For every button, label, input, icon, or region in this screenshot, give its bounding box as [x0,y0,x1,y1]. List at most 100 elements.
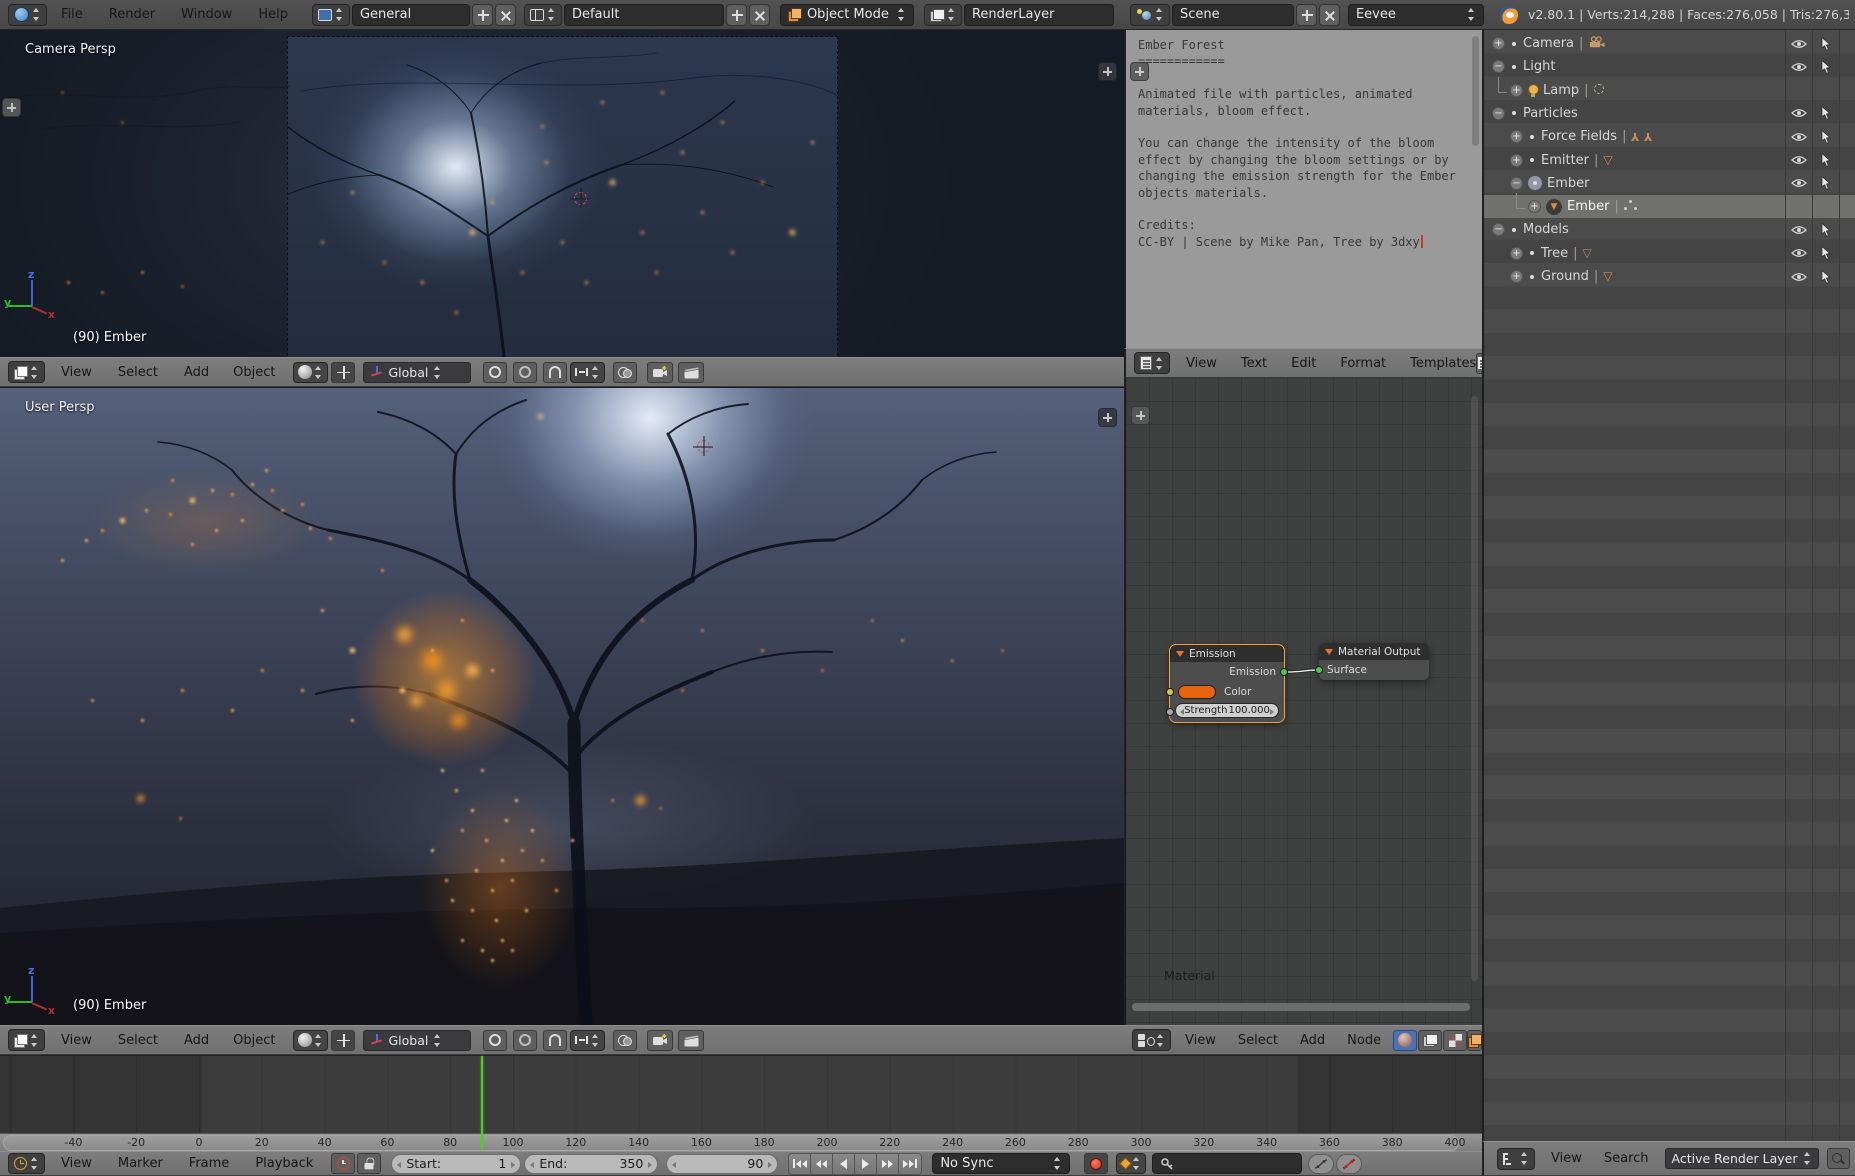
outliner-filter-dropdown[interactable]: Active Render Layer [1665,1148,1819,1169]
shader-type-linestyle-button[interactable] [1443,1030,1467,1051]
lock-button[interactable] [357,1153,381,1174]
color-swatch[interactable] [1178,685,1216,699]
menu-add[interactable]: Add [184,365,209,380]
outliner-item-label[interactable]: Light [1523,59,1555,74]
snap-target-button[interactable] [570,1030,605,1051]
node-input-surface[interactable]: Surface [1319,660,1429,680]
menu-select[interactable]: Select [1238,1033,1278,1048]
menu-view[interactable]: View [1551,1151,1582,1166]
input-socket[interactable] [1166,708,1174,716]
outliner-item-label[interactable]: Models [1523,222,1569,237]
outliner-row-models[interactable]: − Models [1484,218,1855,241]
area-plus-handle[interactable] [2,98,21,117]
menu-render[interactable]: Render [109,7,155,22]
preview-range-button[interactable] [331,1153,355,1174]
outliner-row-light[interactable]: − Light [1484,55,1855,78]
shader-node-editor[interactable]: Emission Emission Color Strength100.000 [1124,378,1482,1025]
visibility-eye-icon[interactable] [1785,132,1812,142]
playhead[interactable] [481,1056,483,1149]
editor-type-outliner-button[interactable] [1497,1148,1535,1170]
outliner-item-label[interactable]: Lamp [1543,83,1579,98]
expand-toggle-icon[interactable]: − [1492,107,1505,120]
outliner-item-label[interactable]: Camera [1523,36,1574,51]
play-reverse-button[interactable] [833,1154,855,1174]
sync-mode-dropdown[interactable]: No Sync [932,1153,1070,1174]
axis-gizmo[interactable]: z y x [4,268,60,324]
input-socket[interactable] [1166,688,1174,696]
strength-slider[interactable]: Strength100.000 [1175,703,1279,718]
text-scrollbar[interactable] [1472,36,1479,146]
visibility-eye-icon[interactable] [1785,225,1812,235]
orientation-dropdown[interactable]: Global [363,1030,471,1051]
visibility-eye-icon[interactable] [1785,248,1812,258]
menu-format[interactable]: Format [1340,356,1386,371]
outliner-item-label[interactable]: Ground [1541,269,1589,284]
menu-playback[interactable]: Playback [255,1156,313,1171]
snap-target-button[interactable] [570,362,605,383]
output-socket[interactable] [1280,668,1288,676]
visibility-eye-icon[interactable] [1785,39,1812,49]
snap-toggle-button[interactable] [543,362,567,383]
menu-file[interactable]: File [61,7,83,22]
menu-select[interactable]: Select [118,365,158,380]
area-plus-handle[interactable] [1130,62,1149,81]
start-frame-field[interactable]: Start: 1 [391,1154,521,1174]
node-editor-hscrollbar[interactable] [1132,1003,1470,1011]
outliner[interactable]: +Camera|−Light+Lamp|−Particles+Force Fie… [1482,30,1855,1176]
menu-edit[interactable]: Edit [1291,356,1316,371]
selectability-cursor-icon[interactable] [1812,37,1839,51]
outliner-item-label[interactable]: Particles [1523,106,1578,121]
keying-set-button[interactable] [1116,1153,1146,1174]
pivot-point-button[interactable] [483,362,507,383]
editor-type-3d-button[interactable] [8,1029,45,1051]
collapse-triangle-icon[interactable] [1176,651,1184,657]
selectability-cursor-icon[interactable] [1812,176,1839,190]
render-view-button[interactable] [678,362,704,383]
layout-field[interactable]: Default [564,4,724,26]
outliner-item-label[interactable]: Tree [1541,246,1568,261]
menu-object[interactable]: Object [233,365,275,380]
proportional-edit-button[interactable] [513,1030,537,1051]
outliner-row-particles[interactable]: − Particles [1484,102,1855,125]
menu-view[interactable]: View [1186,356,1217,371]
add-camera-button[interactable] [647,362,673,383]
proportional-edit-button[interactable] [513,362,537,383]
outliner-item-label[interactable]: Ember [1567,199,1609,214]
collapse-triangle-icon[interactable] [1325,649,1333,655]
selectability-cursor-icon[interactable] [1812,270,1839,284]
expand-toggle-icon[interactable]: + [1510,84,1523,97]
end-frame-field[interactable]: End: 350 [524,1154,658,1174]
menu-view[interactable]: View [61,1033,92,1048]
previous-keyframe-button[interactable] [811,1154,833,1174]
node-emission[interactable]: Emission Emission Color Strength100.000 [1170,645,1284,722]
editor-type-3d-button[interactable] [8,361,45,383]
input-socket[interactable] [1315,666,1323,674]
expand-toggle-icon[interactable]: − [1492,223,1505,236]
axis-gizmo[interactable]: z y x [4,964,60,1020]
menu-text[interactable]: Text [1241,356,1267,371]
menu-add[interactable]: Add [184,1033,209,1048]
outliner-row-force-fields[interactable]: +Force Fields|YY [1484,125,1855,148]
expand-toggle-icon[interactable]: − [1510,177,1523,190]
visibility-eye-icon[interactable] [1785,272,1812,282]
menu-frame[interactable]: Frame [189,1156,230,1171]
outliner-row-emitter[interactable]: +Emitter|▽ [1484,149,1855,172]
selectability-cursor-icon[interactable] [1812,106,1839,120]
selectability-cursor-icon[interactable] [1812,60,1839,74]
area-plus-handle[interactable] [1098,408,1117,427]
outliner-row-tree[interactable]: +Tree|▽ [1484,242,1855,265]
outliner-row-ember[interactable]: −Ember [1484,172,1855,195]
visibility-eye-icon[interactable] [1785,108,1812,118]
node-input-color[interactable]: Color [1170,682,1284,702]
menu-marker[interactable]: Marker [118,1156,163,1171]
selectability-cursor-icon[interactable] [1812,223,1839,237]
render-layer-field[interactable]: RenderLayer [964,4,1114,26]
expand-toggle-icon[interactable]: − [1492,60,1505,73]
workspace-type-button[interactable] [312,4,350,26]
area-plus-handle[interactable] [1098,62,1117,81]
outliner-row-lamp[interactable]: +Lamp| [1484,79,1855,102]
expand-toggle-icon[interactable]: + [1510,270,1523,283]
menu-help[interactable]: Help [258,7,288,22]
shader-type-object-button[interactable] [1393,1030,1417,1051]
menu-view[interactable]: View [1185,1033,1216,1048]
